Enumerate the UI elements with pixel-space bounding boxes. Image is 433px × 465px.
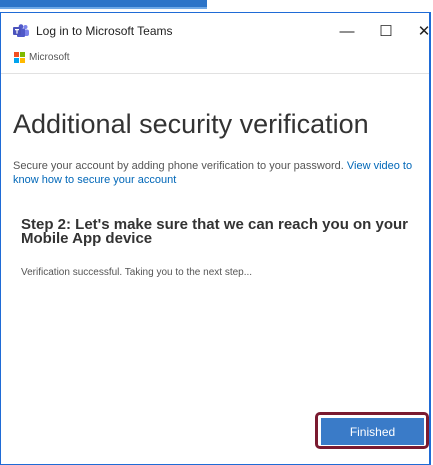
close-button[interactable]: ✕: [409, 21, 433, 41]
description-text: Secure your account by adding phone veri…: [13, 160, 344, 172]
minimize-icon: —: [339, 22, 355, 40]
microsoft-logo-text: Microsoft: [29, 52, 70, 63]
background-taskbar-line: [0, 7, 207, 9]
background-taskbar-segment: [0, 0, 207, 7]
window-title: Log in to Microsoft Teams: [36, 24, 173, 38]
header-divider: [1, 73, 429, 74]
close-icon: ✕: [417, 23, 431, 40]
maximize-button[interactable]: ☐: [371, 21, 401, 41]
step-title: Step 2: Let's make sure that we can reac…: [21, 216, 409, 247]
finished-button[interactable]: Finished: [321, 418, 424, 445]
description: Secure your account by adding phone veri…: [13, 159, 428, 187]
status-message: Verification successful. Taking you to t…: [21, 267, 253, 278]
login-window: Log in to Microsoft Teams — ☐ ✕ Microsof…: [0, 12, 431, 465]
microsoft-logo: Microsoft: [14, 52, 70, 63]
minimize-button[interactable]: —: [332, 21, 362, 41]
microsoft-logo-icon: [14, 52, 25, 63]
maximize-icon: ☐: [379, 23, 393, 40]
page-title: Additional security verification: [13, 109, 369, 139]
teams-icon: [13, 24, 29, 38]
title-bar: Log in to Microsoft Teams — ☐ ✕: [1, 13, 430, 49]
